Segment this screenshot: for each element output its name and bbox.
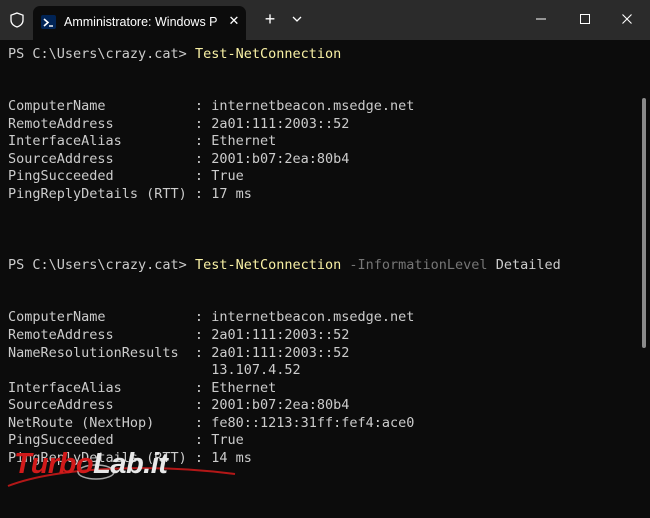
- minimize-button[interactable]: [518, 0, 564, 38]
- command-parameter: -InformationLevel: [341, 257, 488, 273]
- output-line: InterfaceAlias : Ethernet: [8, 380, 277, 396]
- output-line: ComputerName : internetbeacon.msedge.net: [8, 98, 415, 114]
- title-bar[interactable]: Amministratore: Windows PowerShell ✕ +: [0, 0, 650, 40]
- powershell-icon: [41, 15, 56, 29]
- command: Test-NetConnection: [194, 46, 342, 62]
- dropdown-chevron-icon[interactable]: [290, 11, 304, 27]
- watermark-logo: TurboLab.it: [0, 446, 250, 496]
- watermark-text: TurboLab.it: [14, 448, 168, 480]
- output-line: NameResolutionResults : 2a01:111:2003::5…: [8, 345, 350, 361]
- maximize-button[interactable]: [562, 0, 608, 38]
- output-line: 13.107.4.52: [8, 362, 301, 378]
- new-tab-button[interactable]: +: [262, 10, 278, 28]
- maximize-icon: [580, 14, 590, 24]
- output-line: SourceAddress : 2001:b07:2ea:80b4: [8, 397, 350, 413]
- prompt: PS C:\Users\crazy.cat>: [8, 46, 195, 62]
- close-window-button[interactable]: [604, 0, 650, 38]
- tab-title: Amministratore: Windows PowerShell: [64, 15, 218, 29]
- prompt: PS C:\Users\crazy.cat>: [8, 257, 195, 273]
- close-icon: [622, 14, 632, 24]
- output-line: SourceAddress : 2001:b07:2ea:80b4: [8, 151, 350, 167]
- output-line: InterfaceAlias : Ethernet: [8, 133, 277, 149]
- output-line: NetRoute (NextHop) : fe80::1213:31ff:fef…: [8, 415, 415, 431]
- command: Test-NetConnection: [194, 257, 342, 273]
- terminal-window: Amministratore: Windows PowerShell ✕ +: [0, 0, 650, 518]
- output-line: ComputerName : internetbeacon.msedge.net: [8, 309, 415, 325]
- minimize-icon: [536, 18, 546, 20]
- output-line: PingSucceeded : True: [8, 168, 244, 184]
- output-line: RemoteAddress : 2a01:111:2003::52: [8, 116, 350, 132]
- vertical-scrollbar[interactable]: [640, 40, 650, 518]
- command-argument: Detailed: [487, 257, 561, 273]
- tab-powershell[interactable]: Amministratore: Windows PowerShell ✕: [33, 6, 246, 40]
- prompt-line: PS C:\Users\crazy.cat> Test-NetConnectio…: [8, 46, 341, 63]
- prompt-line: PS C:\Users\crazy.cat> Test-NetConnectio…: [8, 257, 561, 274]
- shield-icon: [10, 12, 24, 28]
- output-line: RemoteAddress : 2a01:111:2003::52: [8, 327, 350, 343]
- scrollbar-thumb[interactable]: [642, 98, 646, 348]
- tab-close-button[interactable]: ✕: [227, 14, 241, 28]
- output-line: PingReplyDetails (RTT) : 17 ms: [8, 186, 252, 202]
